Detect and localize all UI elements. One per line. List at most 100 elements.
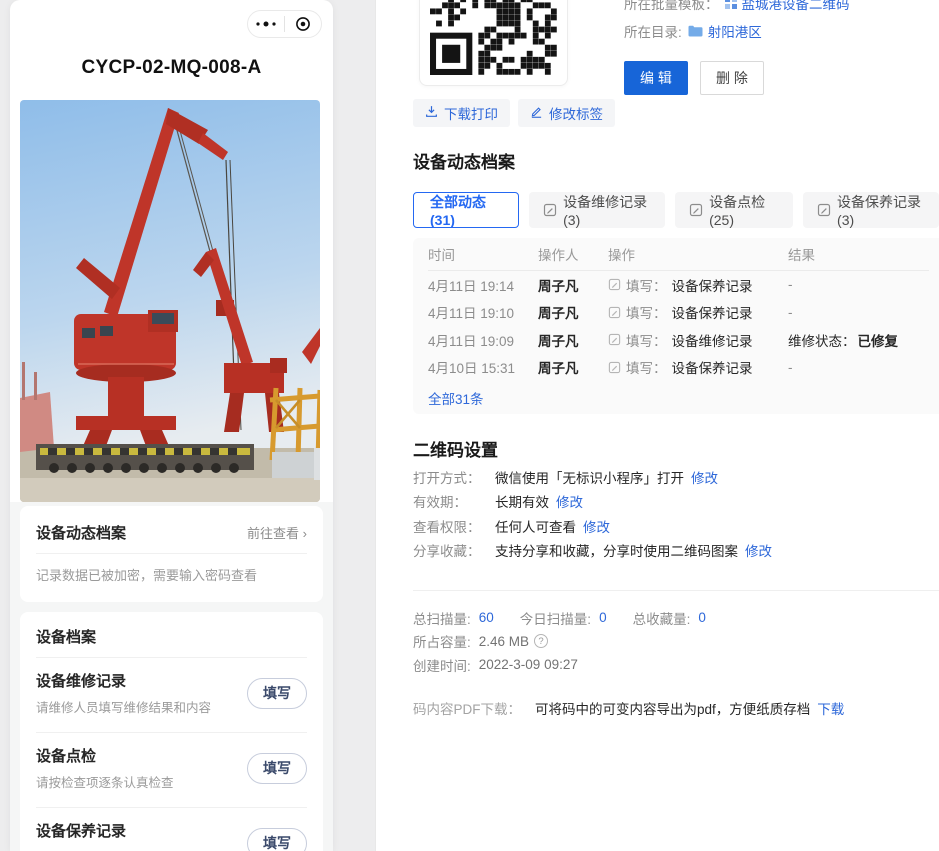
phone-preview-panel: CYCP-02-MQ-008-A — [10, 0, 333, 851]
device-archive-card-title: 设备档案 — [36, 626, 307, 647]
dynamic-archive-card: 设备动态档案 前往查看 › 记录数据已被加密，需要输入密码查看 — [20, 506, 323, 602]
exit-button[interactable] — [285, 11, 321, 37]
qr-code-card — [419, 0, 568, 86]
template-link[interactable]: 盐城港设备二维码 — [742, 0, 850, 13]
scan-total-value: 60 — [479, 610, 494, 625]
dynamic-section-title: 设备动态档案 — [413, 148, 515, 173]
cell-action-prefix: 填写： — [626, 330, 667, 350]
setting-value: 长期有效 — [495, 491, 549, 511]
question-icon[interactable]: ? — [534, 634, 548, 648]
storage-label: 所占容量: — [413, 631, 471, 651]
table-row: 4月11日 19:09 周子凡 填写：设备维修记录 维修状态：已修复 — [428, 326, 929, 354]
archive-item-desc: 请负责保养的人员填写保养情况 — [36, 847, 211, 851]
qr-code-image — [430, 0, 557, 75]
pdf-label: 码内容PDF下载： — [413, 698, 521, 718]
header-action: 操作 — [608, 244, 788, 264]
pdf-download-row: 码内容PDF下载： 可将码中的可变内容导出为pdf，方便纸质存档 下载 — [413, 698, 844, 718]
delete-button[interactable]: 删 除 — [700, 61, 764, 95]
cell-action: 设备保养记录 — [672, 357, 753, 377]
tab-maintenance-records[interactable]: 设备保养记录(3) — [803, 192, 939, 228]
go-view-link[interactable]: 前往查看 › — [247, 523, 307, 542]
archive-item-name: 设备点检 — [36, 745, 174, 766]
form-icon — [608, 333, 621, 346]
view-all-records-link[interactable]: 全部31条 — [428, 392, 484, 407]
tab-all-dynamics[interactable]: 全部动态(31) — [413, 192, 519, 228]
setting-label: 分享收藏： — [413, 540, 495, 560]
table-row: 4月11日 19:10 周子凡 填写：设备保养记录 - — [428, 299, 929, 327]
archive-item-inspection: 设备点检 请按检查项逐条认真检查 填写 — [36, 733, 307, 808]
download-print-label: 下载打印 — [444, 103, 498, 123]
dynamic-tabs: 全部动态(31) 设备维修记录(3) 设备点检(25) 设备保养记录(3) — [413, 192, 939, 228]
scan-total-label: 总扫描量: — [413, 608, 471, 628]
qr-action-chips: 下载打印 修改标签 — [413, 99, 615, 127]
edit-button[interactable]: 编 辑 — [624, 61, 688, 95]
modify-link[interactable]: 修改 — [583, 516, 610, 536]
cell-operator: 周子凡 — [538, 357, 608, 377]
scan-today-label: 今日扫描量: — [520, 608, 591, 628]
download-icon — [425, 105, 438, 121]
device-archive-card: 设备档案 设备维修记录 请维修人员填写维修结果和内容 填写 设备点检 请按检查项… — [20, 612, 323, 851]
directory-link[interactable]: 射阳港区 — [708, 21, 762, 41]
cell-action: 设备维修记录 — [672, 330, 753, 350]
tab-inspection[interactable]: 设备点检(25) — [675, 192, 793, 228]
more-button[interactable] — [248, 11, 284, 37]
form-icon — [608, 361, 621, 374]
table-header: 时间 操作人 操作 结果 — [428, 238, 929, 271]
cell-time: 4月11日 19:14 — [428, 275, 538, 295]
archive-item-name: 设备维修记录 — [36, 670, 211, 691]
download-print-button[interactable]: 下载打印 — [413, 99, 510, 127]
setting-permission: 查看权限： 任何人可查看 修改 — [413, 514, 772, 538]
fill-button-inspection[interactable]: 填写 — [247, 753, 307, 784]
encrypted-hint-text: 记录数据已被加密，需要输入密码查看 — [36, 565, 307, 584]
cell-result-value: 已修复 — [858, 334, 899, 349]
tab-repair-records[interactable]: 设备维修记录(3) — [529, 192, 665, 228]
form-icon — [608, 278, 621, 291]
fill-button-maintenance[interactable]: 填写 — [247, 828, 307, 851]
setting-label: 有效期： — [413, 491, 495, 511]
dynamic-archive-card-title: 设备动态档案 — [36, 522, 126, 543]
cell-operator: 周子凡 — [538, 302, 608, 322]
template-label: 所在批量模板： — [624, 0, 719, 13]
table-row: 4月11日 19:14 周子凡 填写：设备保养记录 - — [428, 271, 929, 299]
stats-block: 总扫描量: 60 今日扫描量: 0 总收藏量: 0 所占容量: 2.46 MB … — [413, 606, 732, 677]
setting-label: 打开方式： — [413, 467, 495, 487]
section-divider — [413, 590, 939, 591]
table-row: 4月10日 15:31 周子凡 填写：设备保养记录 - — [428, 354, 929, 382]
tab-label: 设备维修记录(3) — [563, 192, 651, 228]
tab-label: 设备保养记录(3) — [837, 192, 925, 228]
created-value: 2022-3-09 09:27 — [479, 657, 578, 672]
setting-label: 查看权限： — [413, 516, 495, 536]
directory-label: 所在目录: — [624, 21, 682, 41]
cell-action: 设备保养记录 — [672, 275, 753, 295]
card-divider — [36, 553, 307, 554]
archive-item-maintenance: 设备保养记录 请负责保养的人员填写保养情况 填写 — [36, 808, 307, 851]
cell-operator: 周子凡 — [538, 330, 608, 350]
modify-link[interactable]: 修改 — [745, 540, 772, 560]
modify-link[interactable]: 修改 — [556, 491, 583, 511]
wechat-capsule — [247, 10, 322, 38]
tab-label: 设备点检(25) — [709, 192, 779, 228]
target-icon — [294, 15, 312, 33]
fill-button-repair[interactable]: 填写 — [247, 678, 307, 709]
cell-result: 维修状态： — [788, 334, 856, 349]
pdf-desc: 可将码中的可变内容导出为pdf，方便纸质存档 — [535, 698, 810, 718]
cell-time: 4月11日 19:10 — [428, 302, 538, 322]
archive-item-repair: 设备维修记录 请维修人员填写维修结果和内容 填写 — [36, 658, 307, 733]
cell-action: 设备保养记录 — [672, 302, 753, 322]
cell-action-prefix: 填写： — [626, 275, 667, 295]
setting-share: 分享收藏： 支持分享和收藏，分享时使用二维码图案 修改 — [413, 538, 772, 562]
modify-link[interactable]: 修改 — [691, 467, 718, 487]
form-icon — [543, 203, 557, 217]
header-operator: 操作人 — [538, 244, 608, 264]
setting-value: 任何人可查看 — [495, 516, 576, 536]
cell-time: 4月10日 15:31 — [428, 357, 538, 377]
pdf-download-link[interactable]: 下载 — [817, 698, 844, 718]
archive-item-name: 设备保养记录 — [36, 820, 211, 841]
pencil-icon — [530, 105, 543, 121]
form-icon — [689, 203, 703, 217]
edit-tag-button[interactable]: 修改标签 — [518, 99, 615, 127]
template-row: 所在批量模板： 盐城港设备二维码 — [624, 0, 850, 13]
setting-value: 支持分享和收藏，分享时使用二维码图案 — [495, 540, 738, 560]
header-result: 结果 — [788, 244, 929, 264]
more-icon — [254, 20, 278, 28]
